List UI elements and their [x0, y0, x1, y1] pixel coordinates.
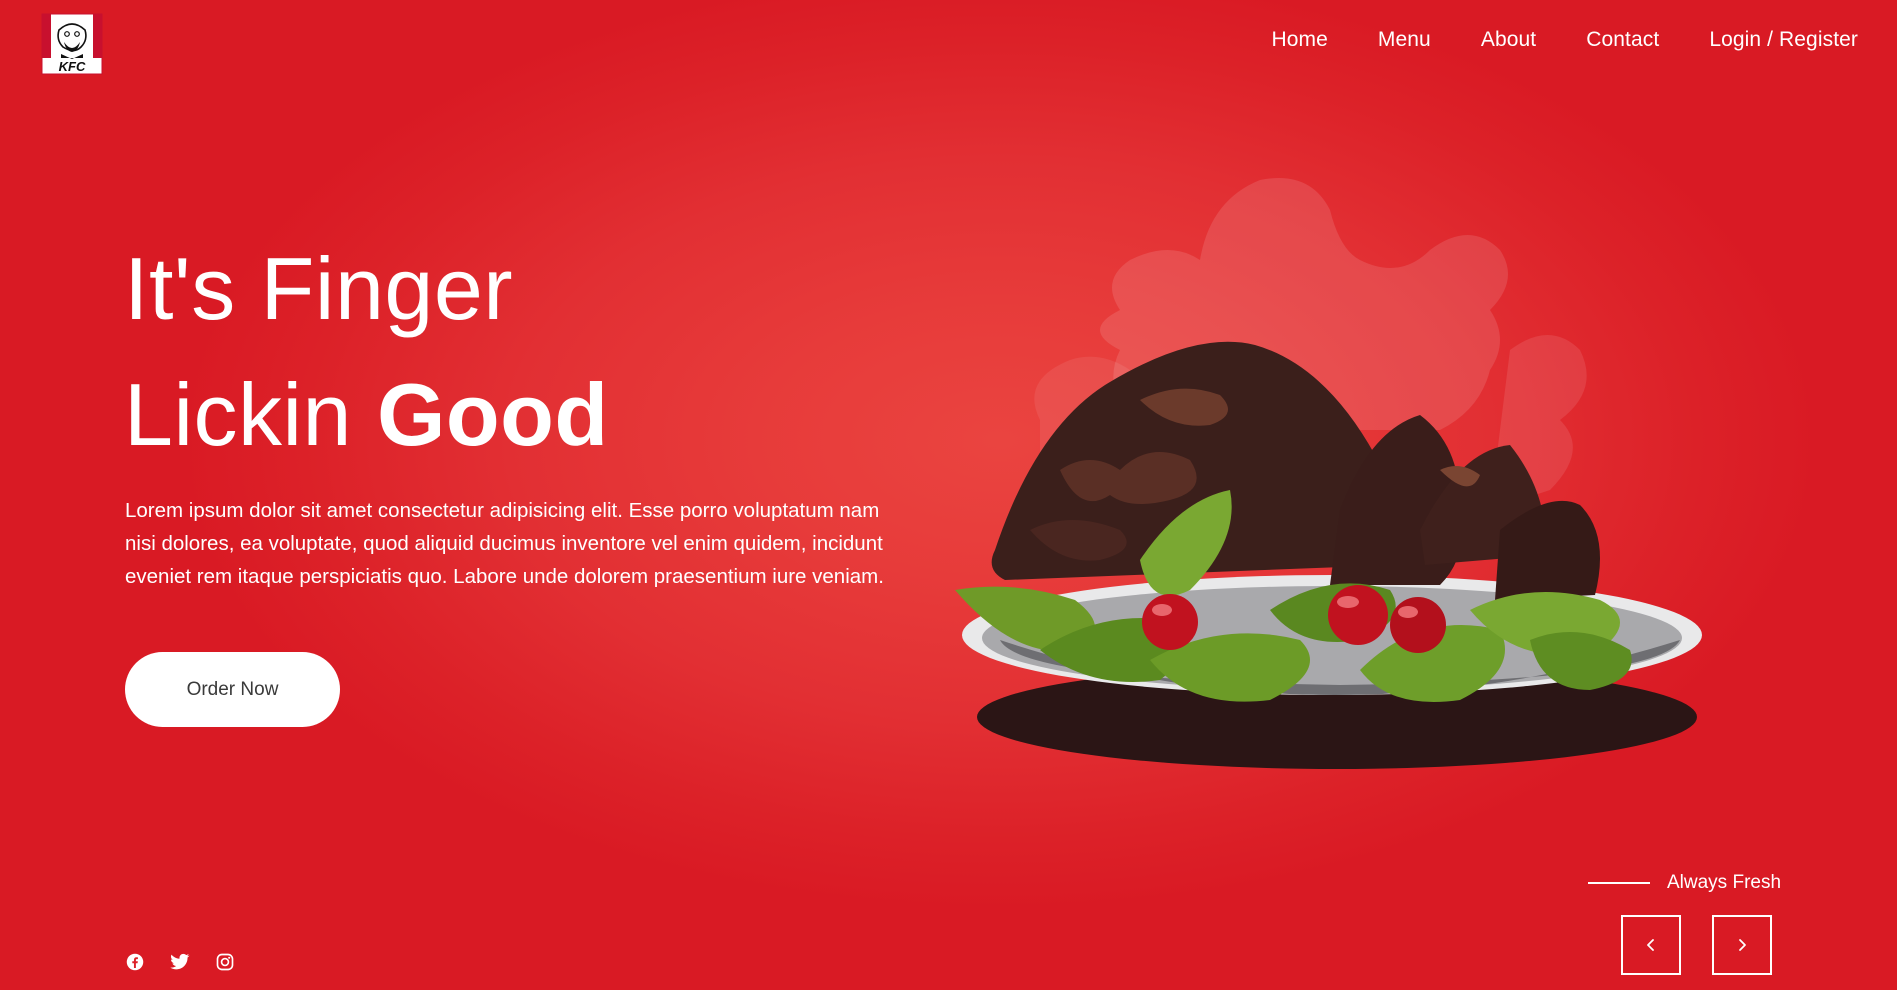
hero-title: It's Finger Lickin Good [124, 226, 609, 478]
tomato-1 [1142, 594, 1198, 650]
tomato-1-highlight [1152, 604, 1172, 616]
order-now-button[interactable]: Order Now [125, 652, 340, 727]
svg-text:KFC: KFC [59, 59, 86, 74]
always-fresh-tagline: Always Fresh [1588, 872, 1781, 894]
food-illustration [940, 170, 1710, 790]
hero-description: Lorem ipsum dolor sit amet consectetur a… [125, 499, 884, 588]
nav-home[interactable]: Home [1271, 28, 1327, 52]
facebook-link[interactable] [124, 951, 146, 973]
nav-contact[interactable]: Contact [1586, 28, 1659, 52]
twitter-link[interactable] [169, 951, 191, 973]
twitter-icon [170, 953, 190, 970]
tomato-2 [1328, 585, 1388, 645]
food-plate-image [955, 178, 1702, 769]
social-links [124, 951, 259, 973]
instagram-link[interactable] [214, 951, 236, 973]
tomato-2-highlight [1337, 596, 1359, 608]
tomato-3 [1390, 597, 1446, 653]
nav-about[interactable]: About [1481, 28, 1536, 52]
chevron-right-icon [1739, 939, 1746, 951]
hero-title-line-2: Lickin Good [124, 352, 609, 478]
kfc-logo[interactable]: KFC [40, 12, 104, 76]
hero-title-line-1: It's Finger [124, 239, 514, 338]
hero-title-regular: Lickin [124, 365, 352, 464]
tagline-divider [1588, 882, 1650, 884]
hero-title-bold: Good [376, 365, 609, 464]
tagline-text: Always Fresh [1667, 872, 1782, 893]
slider-prev-button[interactable] [1621, 915, 1681, 975]
nav-menu[interactable]: Menu [1378, 28, 1431, 52]
kfc-logo-icon: KFC [41, 13, 103, 75]
tomato-3-highlight [1398, 606, 1418, 618]
facebook-icon [126, 953, 144, 971]
chevron-left-icon [1647, 939, 1654, 951]
main-nav: Home Menu About Contact Login / Register [1221, 28, 1858, 52]
nav-login-register[interactable]: Login / Register [1709, 28, 1858, 52]
slider-next-button[interactable] [1712, 915, 1772, 975]
instagram-icon [216, 953, 234, 971]
